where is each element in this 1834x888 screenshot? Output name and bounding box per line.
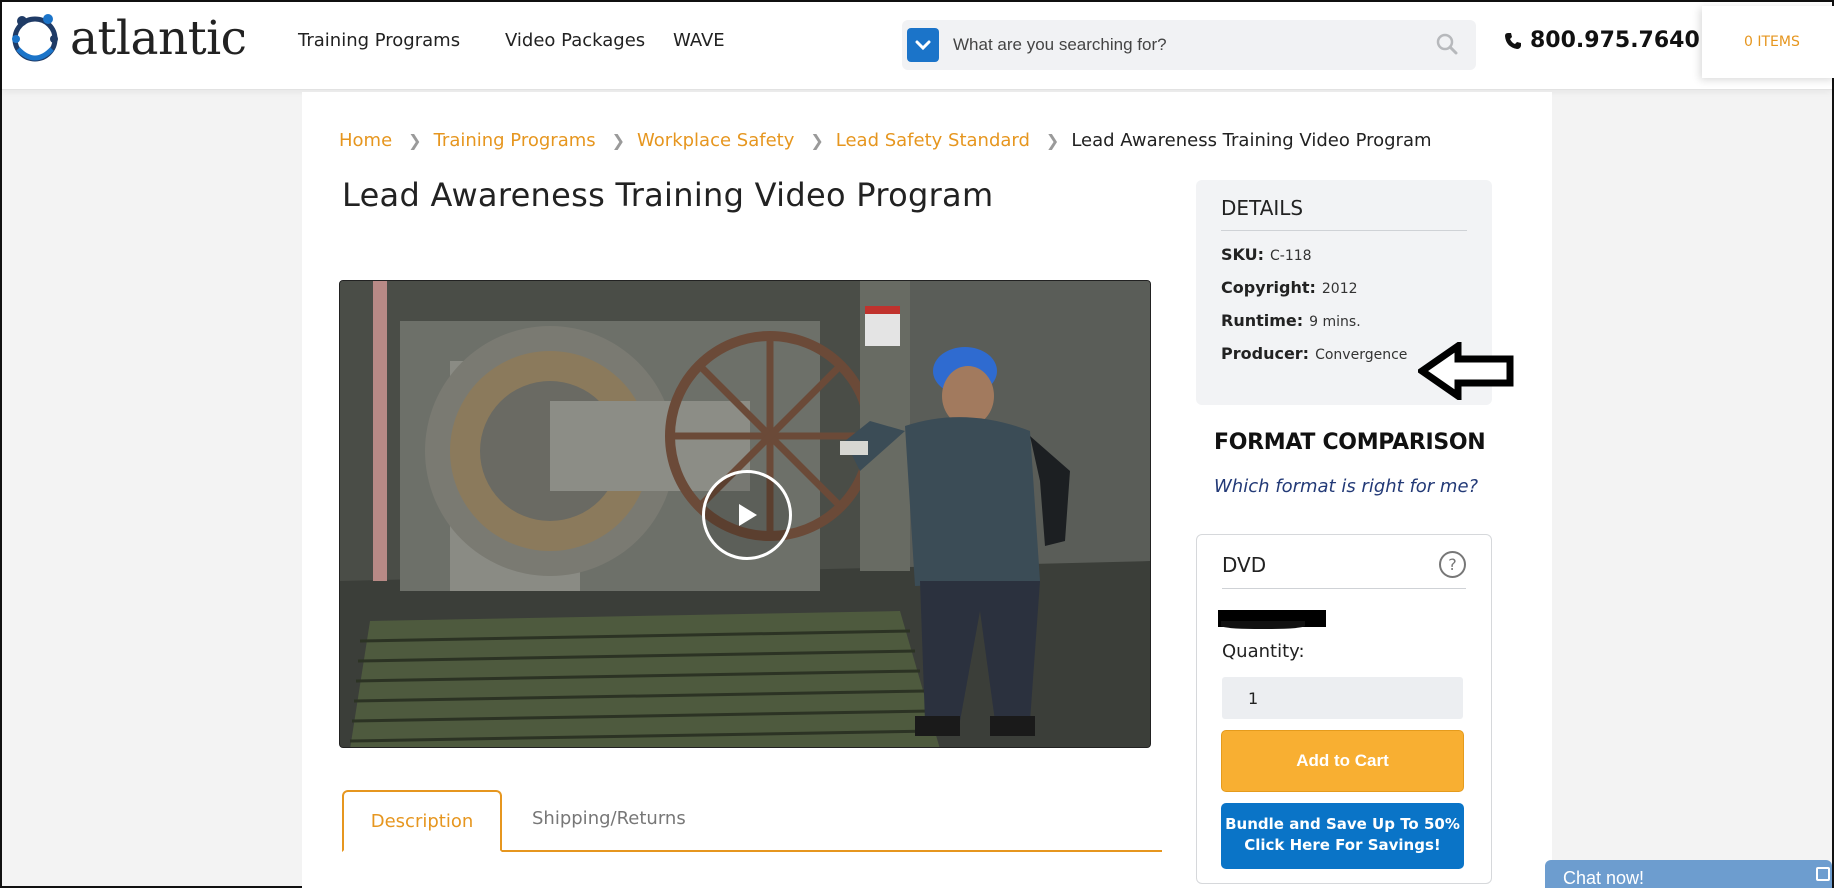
chevron-right-icon: ❯ xyxy=(1045,131,1060,150)
breadcrumb-workplace-safety[interactable]: Workplace Safety xyxy=(637,130,794,151)
logo-text: atlantic xyxy=(70,10,247,66)
play-button[interactable] xyxy=(702,470,792,560)
phone-number[interactable]: 800.975.7640 xyxy=(1504,28,1700,53)
quantity-label: Quantity: xyxy=(1222,641,1305,662)
chat-widget[interactable]: Chat now! xyxy=(1545,860,1832,888)
detail-label: Copyright: xyxy=(1221,278,1316,297)
search-category-toggle[interactable] xyxy=(907,28,939,62)
detail-sku: SKU: C-118 xyxy=(1221,245,1467,264)
nav-training-programs[interactable]: Training Programs xyxy=(298,30,460,51)
tab-shipping-returns[interactable]: Shipping/Returns xyxy=(532,808,686,829)
breadcrumb-home[interactable]: Home xyxy=(339,130,392,151)
tab-description[interactable]: Description xyxy=(342,790,502,852)
breadcrumb-lead-safety-standard[interactable]: Lead Safety Standard xyxy=(836,130,1030,151)
product-tabs: Description Shipping/Returns xyxy=(342,790,1162,852)
quantity-input[interactable] xyxy=(1222,677,1463,719)
search-bar xyxy=(902,20,1476,70)
site-header: atlantic Training Programs Video Package… xyxy=(2,2,1834,90)
breadcrumb-training-programs[interactable]: Training Programs xyxy=(434,130,596,151)
chevron-right-icon: ❯ xyxy=(408,131,422,150)
detail-value: C-118 xyxy=(1270,248,1312,264)
atlantic-logo[interactable]: atlantic xyxy=(8,8,247,68)
bundle-savings-button[interactable]: Bundle and Save Up To 50% Click Here For… xyxy=(1221,803,1464,869)
cart-button[interactable]: 0 ITEMS xyxy=(1702,6,1834,78)
dvd-header: DVD ? xyxy=(1222,551,1466,589)
dvd-purchase-box: DVD ? Quantity: Add to Cart Bundle and S… xyxy=(1196,534,1492,884)
detail-label: Producer: xyxy=(1221,344,1310,363)
logo-mark-icon xyxy=(12,14,58,62)
price-redacted-edge xyxy=(1221,621,1305,629)
breadcrumb: Home ❯ Training Programs ❯ Workplace Saf… xyxy=(339,130,1432,151)
search-icon[interactable] xyxy=(1436,33,1458,55)
detail-label: Runtime: xyxy=(1221,311,1304,330)
detail-runtime: Runtime: 9 mins. xyxy=(1221,311,1467,330)
bundle-line-1: Bundle and Save Up To 50% xyxy=(1225,815,1460,833)
chevron-right-icon: ❯ xyxy=(611,131,626,150)
breadcrumb-current: Lead Awareness Training Video Program xyxy=(1071,130,1432,151)
detail-value: 2012 xyxy=(1321,281,1358,297)
chat-window-icon xyxy=(1816,867,1830,881)
chevron-right-icon: ❯ xyxy=(810,131,824,150)
bundle-line-2: Click Here For Savings! xyxy=(1244,836,1441,854)
detail-value: Convergence xyxy=(1315,347,1408,363)
play-icon xyxy=(739,504,757,526)
nav-video-packages[interactable]: Video Packages xyxy=(505,30,645,51)
product-video[interactable] xyxy=(339,280,1151,748)
format-comparison-title: FORMAT COMPARISON xyxy=(1214,430,1486,455)
annotation-arrow-icon xyxy=(1418,342,1514,400)
page-title: Lead Awareness Training Video Program xyxy=(342,176,994,214)
detail-label: SKU: xyxy=(1221,245,1265,264)
detail-copyright: Copyright: 2012 xyxy=(1221,278,1467,297)
dvd-title: DVD xyxy=(1222,552,1267,577)
format-comparison-link[interactable]: Which format is right for me? xyxy=(1214,476,1478,497)
search-input[interactable] xyxy=(953,35,1413,55)
detail-value: 9 mins. xyxy=(1309,314,1361,330)
details-title: DETAILS xyxy=(1221,196,1467,231)
nav-wave[interactable]: WAVE xyxy=(673,30,725,51)
chevron-down-icon xyxy=(915,40,931,50)
add-to-cart-button[interactable]: Add to Cart xyxy=(1221,730,1464,792)
phone-text: 800.975.7640 xyxy=(1530,28,1700,53)
chat-label: Chat now! xyxy=(1563,868,1645,888)
help-icon[interactable]: ? xyxy=(1439,551,1466,578)
phone-icon xyxy=(1505,32,1521,49)
product-content: Home ❯ Training Programs ❯ Workplace Saf… xyxy=(302,92,1552,888)
